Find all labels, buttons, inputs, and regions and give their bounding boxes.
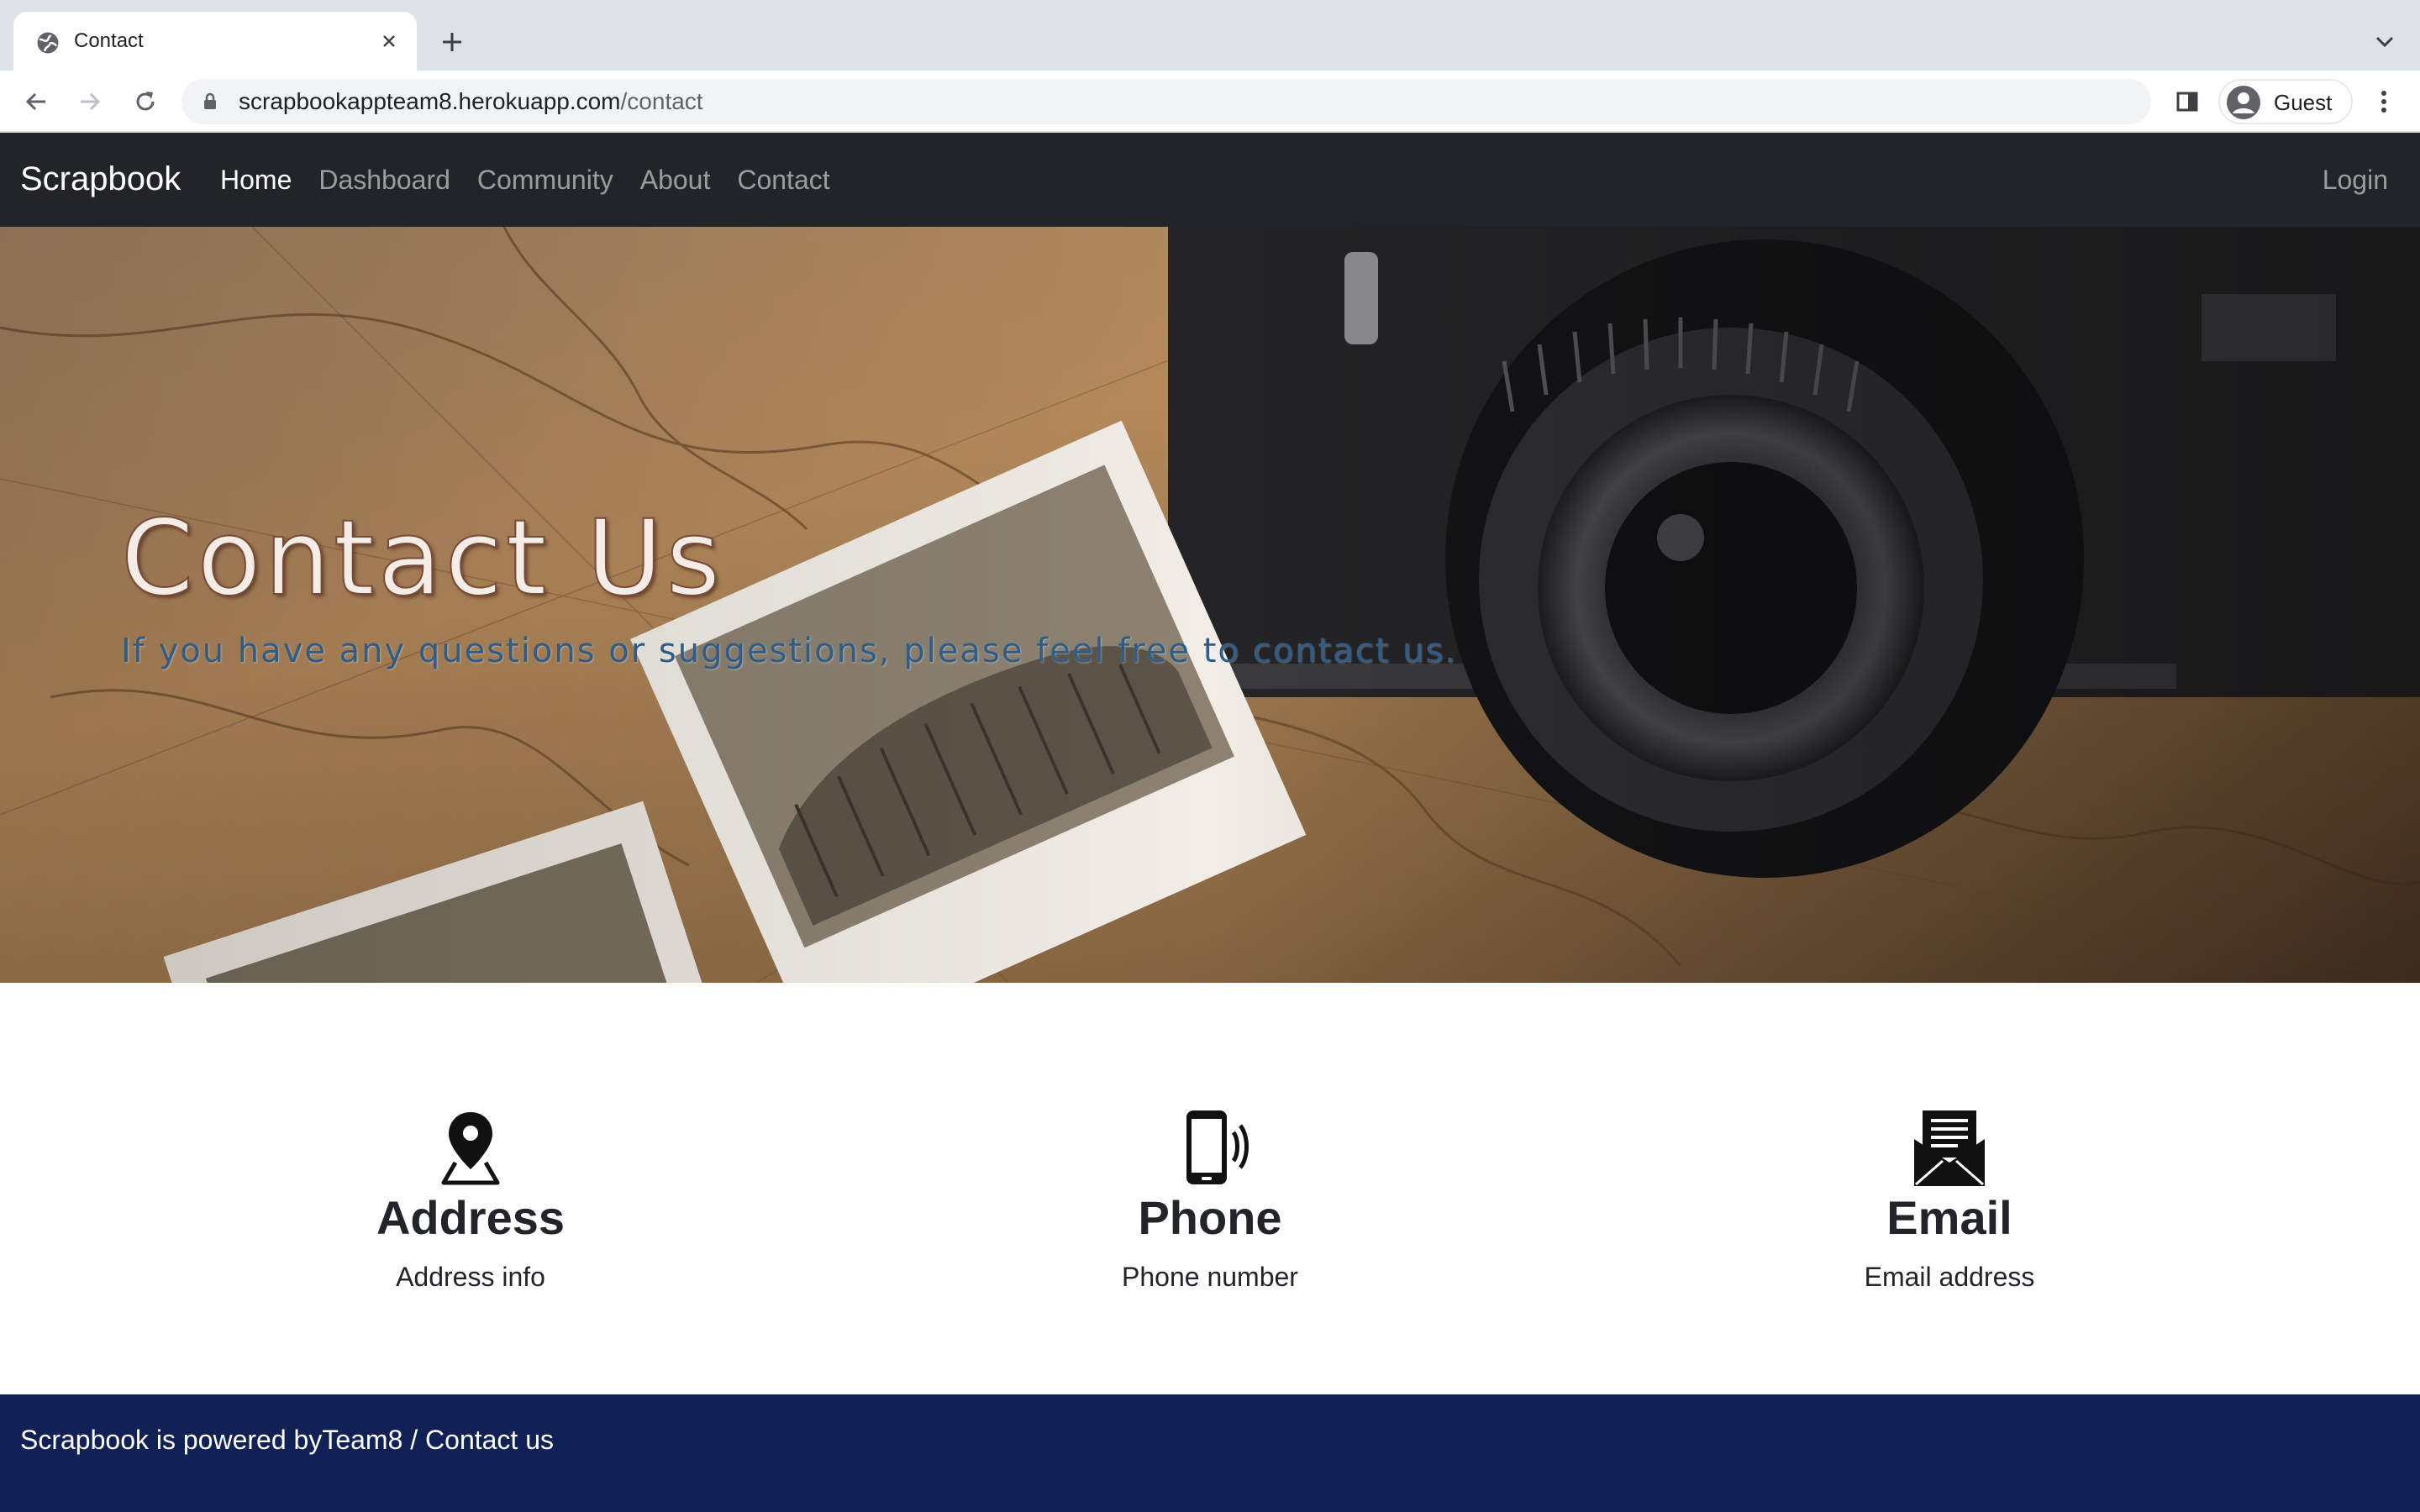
avatar-icon bbox=[2227, 86, 2260, 119]
address-title: Address bbox=[376, 1191, 566, 1244]
nav-link-contact[interactable]: Contact bbox=[737, 163, 829, 197]
profile-button[interactable]: Guest bbox=[2218, 79, 2353, 124]
footer-contact-link[interactable]: Contact us bbox=[425, 1425, 554, 1455]
email-card: Email Email address bbox=[1697, 1107, 2202, 1294]
site-navbar: Scrapbook Home Dashboard Community About… bbox=[0, 133, 2420, 227]
new-tab-icon[interactable] bbox=[437, 27, 467, 57]
lock-icon bbox=[204, 92, 216, 109]
url-path: /contact bbox=[620, 88, 703, 114]
envelope-icon bbox=[1914, 1110, 1985, 1186]
address-text: Address info bbox=[396, 1262, 545, 1292]
nav-link-dashboard[interactable]: Dashboard bbox=[318, 163, 450, 197]
url-domain: scrapbookappteam8.herokuapp.com bbox=[239, 88, 621, 114]
browser-tab[interactable]: Contact bbox=[13, 12, 417, 71]
tab-title: Contact bbox=[74, 29, 144, 52]
side-panel-icon[interactable] bbox=[2171, 86, 2203, 118]
footer-text: Scrapbook is powered byTeam8 / Contact u… bbox=[20, 1423, 554, 1457]
nav-links: Home Dashboard Community About Contact bbox=[220, 163, 830, 197]
contact-info-section: Address Address info Phone Phone number … bbox=[0, 983, 2420, 1394]
forward-arrow-icon[interactable] bbox=[72, 84, 108, 119]
back-arrow-icon[interactable] bbox=[18, 84, 54, 119]
close-tab-icon[interactable] bbox=[376, 29, 402, 54]
hero-subtitle: If you have any questions or suggestions… bbox=[121, 632, 1457, 670]
profile-label: Guest bbox=[2274, 90, 2333, 115]
footer-separator: / bbox=[402, 1425, 426, 1455]
nav-link-home[interactable]: Home bbox=[220, 163, 292, 197]
browser-tabstrip: Contact bbox=[0, 0, 2420, 71]
phone-text: Phone number bbox=[1122, 1262, 1298, 1292]
browser-toolbar: scrapbookappteam8.herokuapp.com/contact … bbox=[0, 71, 2420, 133]
email-title: Email bbox=[1886, 1191, 2012, 1244]
address-bar[interactable]: scrapbookappteam8.herokuapp.com/contact bbox=[182, 79, 2151, 124]
mobile-phone-icon bbox=[1186, 1110, 1249, 1184]
email-text: Email address bbox=[1864, 1262, 2035, 1292]
kebab-menu-icon[interactable] bbox=[2368, 86, 2400, 118]
hero-title: Contact Us bbox=[120, 497, 724, 620]
chevron-down-icon[interactable] bbox=[2370, 27, 2400, 57]
footer-prefix: Scrapbook is powered by bbox=[20, 1425, 323, 1455]
nav-link-about[interactable]: About bbox=[640, 163, 711, 197]
reload-icon[interactable] bbox=[128, 84, 163, 119]
site-footer: Scrapbook is powered byTeam8 / Contact u… bbox=[0, 1394, 2420, 1512]
address-card: Address Address info bbox=[218, 1107, 723, 1294]
map-pin-icon bbox=[441, 1112, 500, 1185]
hero-banner: Contact Us If you have any questions or … bbox=[0, 227, 2420, 983]
globe-icon bbox=[37, 32, 59, 54]
phone-title: Phone bbox=[1138, 1191, 1282, 1244]
login-link[interactable]: Login bbox=[2323, 163, 2388, 197]
footer-team: Team8 bbox=[322, 1425, 403, 1455]
nav-link-community[interactable]: Community bbox=[477, 163, 613, 197]
url-text: scrapbookappteam8.herokuapp.com/contact bbox=[239, 89, 703, 114]
brand-link[interactable]: Scrapbook bbox=[20, 160, 181, 198]
phone-card: Phone Phone number bbox=[958, 1107, 1462, 1294]
